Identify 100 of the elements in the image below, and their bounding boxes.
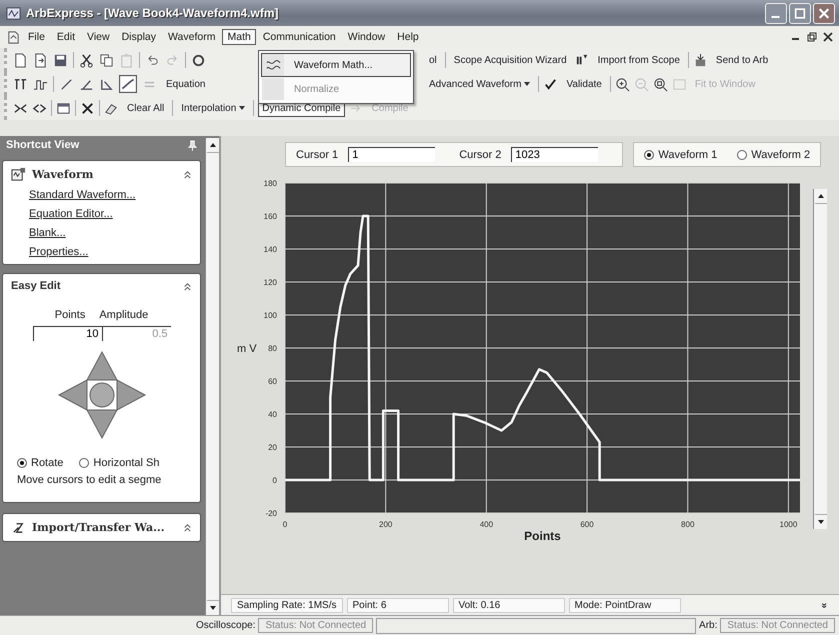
toolbar-button[interactable]: Scope Acquisition Wizard	[450, 52, 571, 68]
toolbar-button[interactable]: Equation	[162, 76, 210, 92]
cursor-field[interactable]: 1023	[511, 147, 598, 162]
radio-indicator[interactable]	[79, 458, 90, 468]
x-tick-label: 800	[681, 520, 694, 529]
section-title: Waveform	[32, 168, 94, 181]
save-icon[interactable]	[53, 52, 68, 68]
scroll-down-icon[interactable]	[208, 605, 216, 611]
toolbar-button[interactable]: Validate	[562, 76, 606, 92]
caret-icon	[524, 82, 530, 86]
line-tool-icon[interactable]	[59, 76, 74, 92]
menu-option[interactable]: Waveform Math...	[261, 53, 411, 77]
delete-icon[interactable]	[80, 100, 95, 116]
points-field[interactable]: 10	[32, 326, 102, 341]
field-label: Points	[54, 309, 86, 321]
status-label: Oscilloscope:	[196, 620, 256, 631]
cut-icon[interactable]	[79, 52, 94, 68]
window-icon[interactable]	[56, 100, 71, 116]
x-tick-label: 0	[282, 520, 288, 529]
menu-item[interactable]: Math	[222, 29, 256, 45]
menu-item[interactable]: Edit	[52, 29, 80, 45]
zoom-fit-icon[interactable]	[652, 76, 668, 92]
document-icon	[6, 30, 21, 44]
status-field: Mode: PointDraw	[568, 598, 680, 612]
y-tick-label: 60	[268, 377, 277, 386]
toolbar-icon[interactable]	[191, 52, 206, 68]
menu-item[interactable]: Display	[116, 29, 162, 45]
y-tick-label: 160	[264, 212, 277, 221]
x-axis-title: Points	[524, 529, 561, 543]
toolbar-button[interactable]: Advanced Waveform	[425, 76, 534, 92]
shortcut-link[interactable]: Properties...	[29, 246, 192, 258]
toolbar-button[interactable]: Import from Scope	[594, 52, 684, 68]
close-icon	[817, 6, 831, 20]
minimize-button[interactable]	[765, 2, 787, 24]
menu-item[interactable]: Communication	[258, 29, 341, 45]
waveform-math-icon	[266, 58, 280, 72]
zoom-in-icon[interactable]	[614, 76, 630, 92]
status-field: Status: Not Connected	[258, 618, 374, 633]
status-field: Status: Not Connected	[720, 618, 835, 633]
y-tick-label: 40	[268, 410, 277, 419]
waveform-radio[interactable]: Waveform 1	[644, 148, 718, 160]
freehand-tool-icon[interactable]	[119, 75, 137, 93]
y-tick-label: 140	[264, 245, 277, 254]
maximize-button[interactable]	[789, 2, 811, 24]
x-tick-label: 400	[480, 520, 494, 529]
draw-tool-icon[interactable]	[13, 76, 28, 92]
waveform-radio[interactable]: Waveform 2	[737, 148, 810, 160]
y-tick-label: 100	[264, 311, 277, 320]
collapse-icon[interactable]	[183, 523, 192, 532]
chart-scrollbar[interactable]	[813, 189, 827, 529]
radio-indicator[interactable]	[644, 150, 654, 160]
menu-item[interactable]: File	[23, 29, 50, 45]
collapse-icon[interactable]	[183, 170, 192, 179]
toolbar-button[interactable]: ol	[425, 52, 441, 68]
close-icon[interactable]	[823, 32, 833, 42]
shortcut-link[interactable]: Blank...	[29, 227, 192, 239]
overflow-chevron[interactable]: »	[818, 602, 830, 608]
toolbar-button[interactable]: Interpolation	[177, 100, 250, 116]
status-field: Volt: 0.16	[452, 598, 564, 612]
open-file-icon[interactable]	[33, 52, 48, 68]
menu-item[interactable]: Waveform	[163, 29, 220, 45]
section-title: Import/Transfer Wa...	[32, 521, 165, 534]
radio-indicator[interactable]	[17, 458, 27, 468]
checkmark-icon	[543, 76, 558, 92]
y-tick-label: 80	[268, 344, 277, 353]
close-button[interactable]	[813, 2, 835, 24]
field-label: Cursor 2	[459, 148, 502, 160]
scroll-down-icon[interactable]	[816, 519, 824, 525]
scrollbar[interactable]	[205, 138, 219, 615]
waveform-file-icon	[11, 167, 26, 182]
minimize-icon	[771, 16, 780, 18]
maximize-icon	[793, 6, 807, 20]
window-title: ArbExpress - [Wave Book4-Waveform4.wfm]	[26, 6, 279, 20]
scroll-up-icon[interactable]	[208, 142, 216, 148]
menu-item[interactable]: View	[82, 29, 115, 45]
copy-icon[interactable]	[99, 52, 114, 68]
pin-icon[interactable]	[188, 140, 197, 150]
menu-item[interactable]: Help	[392, 29, 424, 45]
direction-pad-drawing[interactable]	[56, 350, 146, 440]
status-label: Arb:	[699, 620, 718, 631]
scroll-up-icon[interactable]	[816, 193, 824, 199]
y-tick-label: 20	[268, 443, 277, 452]
collapse-icon[interactable]	[183, 282, 192, 290]
y-axis-title: m V	[237, 343, 257, 355]
restore-icon[interactable]	[807, 32, 817, 42]
shortcut-link[interactable]: Standard Waveform...	[29, 189, 192, 201]
x-tick-label: 200	[379, 520, 392, 529]
mode-radio[interactable]: Rotate	[17, 457, 64, 469]
new-file-icon[interactable]	[13, 52, 28, 68]
radio-indicator[interactable]	[737, 150, 748, 160]
toolbar-button[interactable]: Send to Arb	[712, 52, 772, 68]
menu-item[interactable]: Window	[342, 29, 390, 45]
toolbar-button[interactable]: Clear All	[123, 100, 168, 116]
link-icon	[11, 520, 26, 535]
mode-radio[interactable]: Horizontal Sh	[79, 457, 160, 469]
y-tick-label: 120	[264, 278, 277, 287]
y-tick-label: 0	[272, 476, 277, 485]
cursor-field[interactable]: 1	[348, 147, 436, 162]
caret-icon	[239, 106, 246, 110]
shortcut-link[interactable]: Equation Editor...	[29, 208, 192, 220]
